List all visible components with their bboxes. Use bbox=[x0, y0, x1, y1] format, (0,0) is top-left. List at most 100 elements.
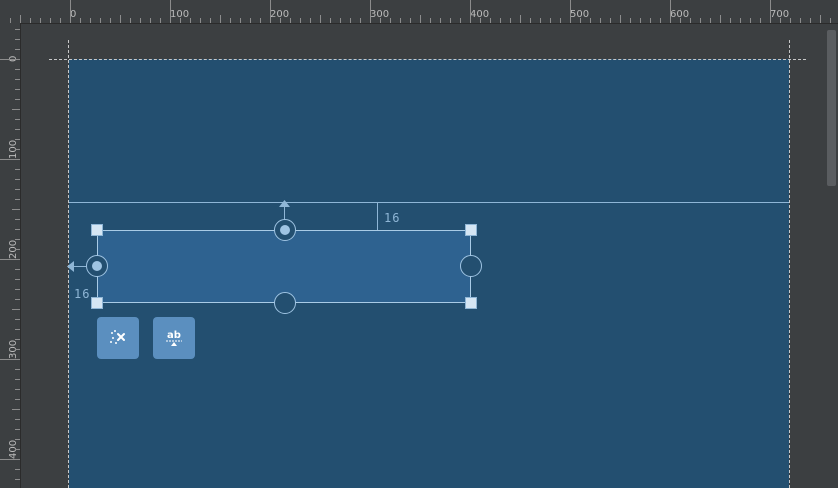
ruler-tick bbox=[40, 18, 41, 23]
ruler-tick bbox=[15, 29, 20, 30]
top-margin-value: 16 bbox=[384, 211, 401, 225]
ruler-tick bbox=[610, 18, 611, 23]
ruler-tick bbox=[630, 18, 631, 23]
ruler-tick bbox=[15, 429, 20, 430]
ruler-tick bbox=[470, 0, 471, 23]
ruler-tick bbox=[820, 15, 821, 23]
ruler-tick bbox=[800, 18, 801, 23]
ruler-tick bbox=[690, 18, 691, 23]
ruler-tick bbox=[460, 18, 461, 23]
ruler-tick bbox=[170, 0, 171, 23]
resize-handle-top-right[interactable] bbox=[465, 224, 477, 236]
ruler-tick bbox=[560, 18, 561, 23]
clear-constraints-button[interactable] bbox=[97, 317, 139, 359]
ruler-tick bbox=[300, 18, 301, 23]
up-arrow-icon bbox=[279, 200, 290, 207]
ruler-tick bbox=[540, 18, 541, 23]
ruler-tick bbox=[15, 219, 20, 220]
left-constraint-anchor[interactable] bbox=[86, 255, 108, 277]
ruler-tick bbox=[450, 18, 451, 23]
ruler-tick bbox=[20, 15, 21, 23]
ruler-tick bbox=[730, 18, 731, 23]
ruler-tick bbox=[15, 329, 20, 330]
ruler-tick bbox=[15, 289, 20, 290]
ruler-tick bbox=[720, 15, 721, 23]
ruler-tick bbox=[15, 39, 20, 40]
ruler-tick bbox=[120, 15, 121, 23]
ruler-tick bbox=[290, 18, 291, 23]
ruler-tick bbox=[130, 18, 131, 23]
ruler-tick bbox=[320, 15, 321, 23]
ruler-tick bbox=[530, 18, 531, 23]
ruler-tick bbox=[550, 18, 551, 23]
text-baseline-icon: ab bbox=[166, 330, 182, 346]
ruler-tick bbox=[15, 369, 20, 370]
ruler-tick bbox=[90, 18, 91, 23]
resize-handle-bottom-left[interactable] bbox=[91, 297, 103, 309]
ruler-tick bbox=[15, 189, 20, 190]
ruler-tick bbox=[700, 18, 701, 23]
ruler-tick bbox=[15, 249, 20, 250]
ruler-tick bbox=[15, 419, 20, 420]
ruler-tick bbox=[50, 18, 51, 23]
right-constraint-anchor[interactable] bbox=[460, 255, 482, 277]
ruler-tick bbox=[15, 119, 20, 120]
ruler-tick bbox=[750, 18, 751, 23]
ruler-tick bbox=[12, 409, 20, 410]
ruler-tick bbox=[12, 109, 20, 110]
ruler-tick bbox=[660, 18, 661, 23]
left-constraint-connector bbox=[74, 266, 86, 267]
ruler-tick bbox=[490, 18, 491, 23]
ruler-tick bbox=[380, 18, 381, 23]
ruler-tick bbox=[710, 18, 711, 23]
ruler-tick bbox=[280, 18, 281, 23]
ruler-tick bbox=[420, 15, 421, 23]
vertical-scrollbar[interactable] bbox=[826, 24, 838, 488]
ruler-tick bbox=[15, 69, 20, 70]
ruler-tick bbox=[15, 279, 20, 280]
ruler-tick bbox=[760, 18, 761, 23]
ruler-tick bbox=[790, 18, 791, 23]
ruler-tick bbox=[15, 79, 20, 80]
ruler-tick bbox=[810, 18, 811, 23]
ruler-tick bbox=[390, 18, 391, 23]
ruler-tick bbox=[15, 379, 20, 380]
ruler-tick bbox=[15, 129, 20, 130]
baseline-constraint-button[interactable]: ab bbox=[153, 317, 195, 359]
ruler-tick bbox=[270, 0, 271, 23]
ruler-tick bbox=[440, 18, 441, 23]
ruler-tick bbox=[340, 18, 341, 23]
resize-handle-top-left[interactable] bbox=[91, 224, 103, 236]
resize-handle-bottom-right[interactable] bbox=[465, 297, 477, 309]
top-constraint-anchor[interactable] bbox=[274, 219, 296, 241]
ruler-tick bbox=[15, 149, 20, 150]
ruler-tick bbox=[330, 18, 331, 23]
ruler-tick bbox=[110, 18, 111, 23]
bottom-constraint-anchor[interactable] bbox=[274, 292, 296, 314]
ruler-tick bbox=[0, 259, 20, 260]
ruler-tick bbox=[0, 359, 20, 360]
ruler-tick bbox=[15, 269, 20, 270]
ruler-tick bbox=[150, 18, 151, 23]
ruler-tick bbox=[15, 99, 20, 100]
ruler-tick bbox=[740, 18, 741, 23]
ruler-tick bbox=[220, 15, 221, 23]
ruler-tick bbox=[0, 459, 20, 460]
ruler-tick bbox=[240, 18, 241, 23]
ruler-tick bbox=[15, 399, 20, 400]
device-top-boundary bbox=[49, 59, 806, 60]
ruler-tick bbox=[770, 0, 771, 23]
ruler-tick bbox=[0, 159, 20, 160]
ruler-tick bbox=[160, 18, 161, 23]
ruler-tick bbox=[210, 18, 211, 23]
ruler-tick bbox=[830, 18, 831, 23]
ruler-tick bbox=[15, 469, 20, 470]
ruler-tick bbox=[640, 18, 641, 23]
baseline-icon-text: ab bbox=[167, 330, 181, 341]
ruler-tick bbox=[15, 229, 20, 230]
ruler-tick bbox=[15, 89, 20, 90]
scrollbar-thumb[interactable] bbox=[827, 30, 836, 186]
ruler-tick bbox=[310, 18, 311, 23]
ruler-tick bbox=[650, 18, 651, 23]
ruler-tick bbox=[620, 15, 621, 23]
